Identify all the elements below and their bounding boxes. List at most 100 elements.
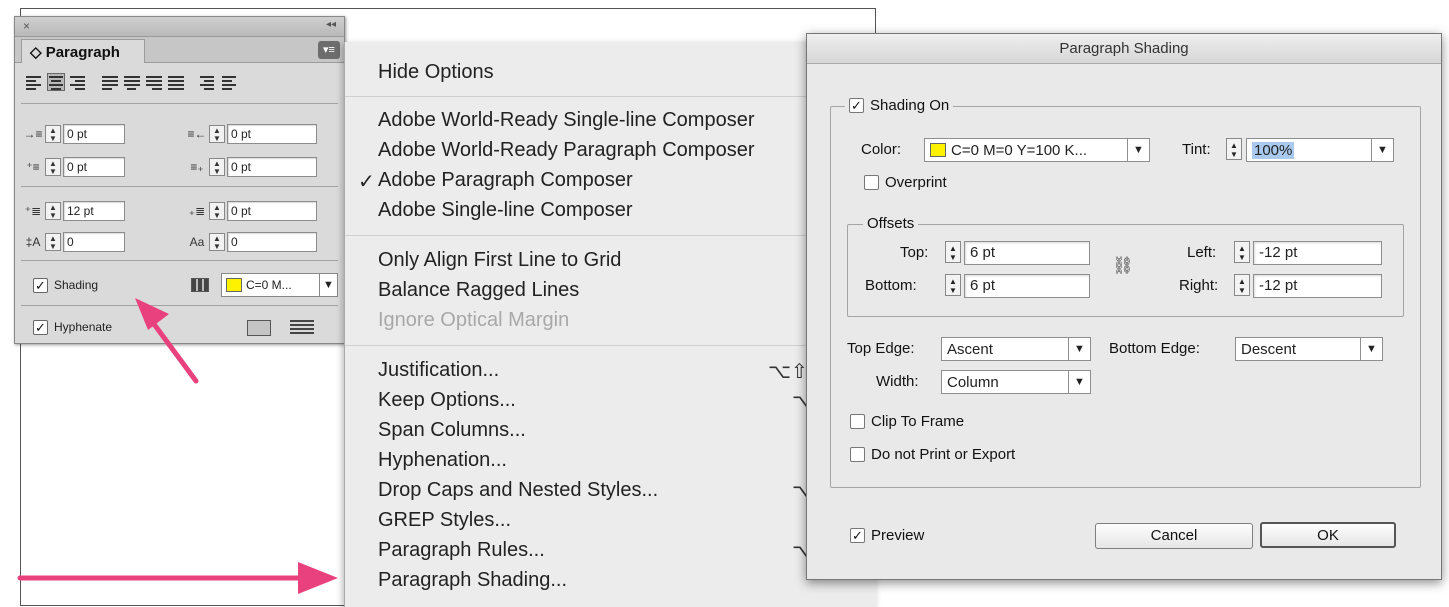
left-indent-icon: →≡	[23, 127, 43, 141]
justify-left-icon[interactable]	[101, 73, 119, 91]
top-stepper[interactable]: ▲ ▼	[945, 241, 961, 263]
left-stepper[interactable]: ▲ ▼	[1234, 241, 1250, 263]
width-select[interactable]: Column ▼	[941, 370, 1091, 394]
last-line-indent-stepper[interactable]: ▲ ▼	[209, 158, 225, 176]
bottom-edge-select[interactable]: Descent ▼	[1235, 337, 1383, 361]
right-indent-field: ≡← ▲ ▼ 0 pt	[187, 123, 317, 145]
right-indent-input[interactable]: 0 pt	[227, 124, 317, 144]
chevron-down-icon[interactable]: ▼	[1371, 139, 1393, 161]
drop-cap-chars-icon: Aa	[189, 235, 205, 249]
top-offset-input[interactable]: 6 pt	[964, 241, 1090, 265]
hyphenate-checkbox[interactable]: ✓	[33, 319, 48, 335]
menu-item-justification[interactable]: Justification...	[378, 359, 499, 382]
space-after-stepper[interactable]: ▲ ▼	[209, 202, 225, 220]
menu-item-paragraph-rules[interactable]: Paragraph Rules...	[378, 539, 545, 562]
preview-toggle[interactable]: ✓ Preview	[850, 527, 924, 544]
bottom-edge-value: Descent	[1241, 340, 1297, 358]
last-line-indent-input[interactable]: 0 pt	[227, 157, 317, 177]
chevron-down-icon[interactable]: ▼	[1127, 139, 1149, 161]
justify-all-icon[interactable]	[167, 73, 185, 91]
collapse-icon[interactable]: ◂◂	[326, 19, 336, 30]
drop-cap-chars-input[interactable]: 0	[227, 232, 317, 252]
right-stepper[interactable]: ▲ ▼	[1234, 274, 1250, 296]
align-right-icon[interactable]	[69, 73, 87, 91]
chevron-down-icon[interactable]: ▼	[1068, 338, 1090, 360]
menu-item-paragraph-shading[interactable]: Paragraph Shading...	[378, 569, 567, 592]
panel-divider	[21, 305, 338, 306]
menu-item-hide-options[interactable]: Hide Options	[378, 61, 494, 84]
cancel-button[interactable]: Cancel	[1095, 523, 1253, 549]
tint-value[interactable]: 100%	[1252, 141, 1295, 159]
drop-cap-chars-stepper[interactable]: ▲ ▼	[209, 233, 225, 251]
menu-item-balance-ragged[interactable]: Balance Ragged Lines	[378, 279, 579, 302]
left-indent-field: →≡ ▲ ▼ 0 pt	[23, 123, 125, 145]
drop-cap-lines-input[interactable]: 0	[63, 232, 125, 252]
left-offset-input[interactable]: -12 pt	[1253, 241, 1382, 265]
menu-item-world-ready-paragraph[interactable]: Adobe World-Ready Paragraph Composer	[378, 139, 755, 162]
paragraph-panel-menu: Hide Options Adobe World-Ready Single-li…	[344, 42, 877, 607]
right-indent-stepper[interactable]: ▲ ▼	[209, 125, 225, 143]
menu-item-ignore-optical-margin: Ignore Optical Margin	[378, 309, 570, 331]
menu-item-drop-caps[interactable]: Drop Caps and Nested Styles...	[378, 479, 658, 502]
drop-cap-lines-stepper[interactable]: ▲ ▼	[45, 233, 61, 251]
first-line-indent-input[interactable]: 0 pt	[63, 157, 125, 177]
panel-title-bar[interactable]: × ◂◂	[15, 17, 344, 37]
justify-right-icon[interactable]	[145, 73, 163, 91]
menu-item-keep-options[interactable]: Keep Options...	[378, 389, 516, 412]
do-not-align-icon[interactable]	[247, 320, 271, 336]
space-before-input[interactable]: 12 pt	[63, 201, 125, 221]
align-left-icon[interactable]	[25, 73, 43, 91]
preview-checkbox[interactable]: ✓	[850, 528, 865, 543]
shading-checkbox[interactable]: ✓	[33, 277, 48, 293]
ok-button[interactable]: OK	[1260, 522, 1396, 548]
link-offsets-icon[interactable]: ⛓	[1112, 256, 1134, 276]
tint-select[interactable]: 100% ▼	[1246, 138, 1394, 162]
chevron-down-icon[interactable]: ▼	[1068, 371, 1090, 393]
close-icon[interactable]: ×	[23, 19, 30, 33]
bottom-offset-input[interactable]: 6 pt	[964, 274, 1090, 298]
bottom-edge-label: Bottom Edge:	[1109, 340, 1200, 357]
clip-to-frame-checkbox[interactable]	[850, 414, 865, 429]
shading-on-checkbox[interactable]: ✓	[849, 98, 864, 113]
overprint-checkbox[interactable]	[864, 175, 879, 190]
chevron-down-icon[interactable]: ▼	[319, 274, 337, 296]
space-after-field: ₊≣ ▲ ▼ 0 pt	[187, 200, 317, 222]
align-center-icon[interactable]	[47, 73, 65, 91]
do-not-print-label: Do not Print or Export	[871, 446, 1016, 463]
color-label: Color:	[861, 141, 902, 158]
align-away-spine-icon[interactable]	[221, 73, 239, 91]
shading-color-select[interactable]: C=0 M... ▼	[221, 273, 338, 297]
space-after-input[interactable]: 0 pt	[227, 201, 317, 221]
first-line-indent-stepper[interactable]: ▲ ▼	[45, 158, 61, 176]
top-edge-select[interactable]: Ascent ▼	[941, 337, 1091, 361]
shading-toggle[interactable]: ✓ Shading	[33, 274, 98, 296]
right-offset-input[interactable]: -12 pt	[1253, 274, 1382, 298]
align-to-grid-icon[interactable]	[290, 320, 314, 336]
tint-stepper[interactable]: ▲ ▼	[1226, 138, 1242, 160]
left-indent-stepper[interactable]: ▲ ▼	[45, 125, 61, 143]
left-indent-input[interactable]: 0 pt	[63, 124, 125, 144]
shading-on-toggle[interactable]: ✓ Shading On	[845, 97, 954, 114]
menu-item-grep-styles[interactable]: GREP Styles...	[378, 509, 511, 532]
color-select[interactable]: C=0 M=0 Y=100 K... ▼	[924, 138, 1150, 162]
align-toward-spine-icon[interactable]	[199, 73, 217, 91]
menu-item-single-line-composer[interactable]: Adobe Single-line Composer	[378, 199, 633, 222]
hyphenate-label: Hyphenate	[54, 320, 113, 334]
menu-item-world-ready-single-line[interactable]: Adobe World-Ready Single-line Composer	[378, 109, 754, 132]
chevron-down-icon[interactable]: ▼	[1360, 338, 1382, 360]
dialog-title: Paragraph Shading	[807, 34, 1441, 64]
do-not-print-checkbox[interactable]	[850, 447, 865, 462]
menu-item-hyphenation[interactable]: Hyphenation...	[378, 449, 507, 472]
bottom-stepper[interactable]: ▲ ▼	[945, 274, 961, 296]
do-not-print-toggle[interactable]: Do not Print or Export	[850, 446, 1015, 463]
panel-menu-button[interactable]: ▾≡	[318, 41, 340, 59]
clip-to-frame-toggle[interactable]: Clip To Frame	[850, 413, 964, 430]
menu-item-paragraph-composer[interactable]: Adobe Paragraph Composer	[378, 169, 633, 192]
space-before-stepper[interactable]: ▲ ▼	[45, 202, 61, 220]
menu-item-align-first-line[interactable]: Only Align First Line to Grid	[378, 249, 621, 272]
hyphenate-toggle[interactable]: ✓ Hyphenate	[33, 316, 112, 338]
tab-paragraph[interactable]: ◇ Paragraph	[21, 39, 145, 63]
overprint-toggle[interactable]: Overprint	[864, 174, 947, 191]
menu-item-span-columns[interactable]: Span Columns...	[378, 419, 526, 442]
justify-center-icon[interactable]	[123, 73, 141, 91]
